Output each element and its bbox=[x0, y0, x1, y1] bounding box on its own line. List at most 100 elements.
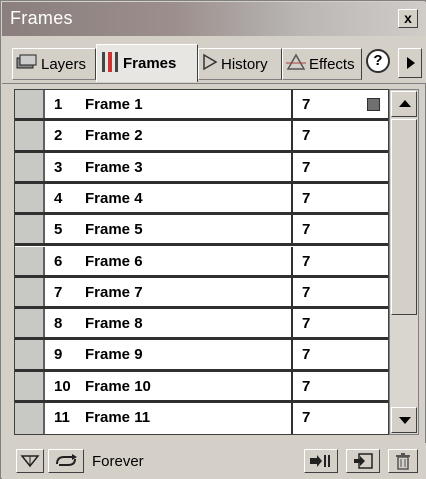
scroll-thumb[interactable] bbox=[391, 119, 417, 315]
column-divider bbox=[291, 90, 293, 119]
column-divider bbox=[291, 246, 293, 275]
frame-thumbnail[interactable] bbox=[15, 277, 45, 307]
tab-history[interactable]: History bbox=[198, 48, 282, 80]
scroll-up-icon[interactable] bbox=[391, 91, 417, 117]
tab-layers-label: Layers bbox=[41, 55, 87, 73]
frame-name: Frame 9 bbox=[85, 346, 143, 364]
frame-row[interactable]: 5 Frame 5 7 bbox=[15, 215, 388, 247]
panel-tabs: Layers Frames History Effects ? bbox=[2, 36, 426, 84]
frame-thumbnail[interactable] bbox=[15, 403, 45, 435]
frame-row[interactable]: 2 Frame 2 7 bbox=[15, 121, 388, 153]
frame-delay[interactable]: 7 bbox=[302, 253, 310, 270]
panel-titlebar[interactable]: Frames x bbox=[2, 2, 426, 36]
column-divider bbox=[291, 183, 293, 213]
frame-name: Frame 1 bbox=[85, 96, 143, 113]
onion-skin-button[interactable] bbox=[16, 449, 44, 473]
frame-name: Frame 6 bbox=[85, 252, 143, 270]
frame-thumbnail[interactable] bbox=[15, 183, 45, 213]
frame-thumbnail[interactable] bbox=[15, 340, 45, 369]
tab-frames[interactable]: Frames bbox=[96, 44, 198, 82]
frame-row[interactable]: 1 Frame 1 7 bbox=[15, 90, 388, 122]
frame-number: 6 bbox=[54, 252, 63, 270]
help-button[interactable]: ? bbox=[366, 49, 390, 73]
frame-thumbnail[interactable] bbox=[15, 246, 45, 275]
frame-number: 3 bbox=[54, 158, 63, 176]
column-divider bbox=[291, 403, 293, 435]
column-divider bbox=[291, 277, 293, 307]
loop-icon bbox=[56, 454, 77, 466]
loop-setting-label[interactable]: Forever bbox=[92, 453, 144, 470]
frame-delay[interactable]: 7 bbox=[302, 284, 310, 301]
frame-delay[interactable]: 7 bbox=[302, 378, 310, 395]
frame-number: 9 bbox=[54, 346, 63, 364]
column-divider bbox=[291, 121, 293, 150]
tab-history-label: History bbox=[221, 55, 268, 73]
frame-name: Frame 3 bbox=[85, 158, 143, 176]
trash-icon bbox=[396, 453, 410, 470]
frame-row[interactable]: 6 Frame 6 7 bbox=[15, 246, 388, 278]
loop-button[interactable] bbox=[48, 449, 84, 473]
frame-number: 4 bbox=[54, 189, 63, 207]
frame-row[interactable]: 10 Frame 10 7 bbox=[15, 371, 388, 403]
frame-thumbnail[interactable] bbox=[15, 371, 45, 400]
frames-icon bbox=[100, 51, 120, 77]
effects-icon bbox=[286, 53, 306, 75]
frame-row[interactable]: 7 Frame 7 7 bbox=[15, 277, 388, 310]
frame-row[interactable]: 9 Frame 9 7 bbox=[15, 340, 388, 372]
tab-effects[interactable]: Effects bbox=[282, 48, 362, 80]
column-divider bbox=[291, 309, 293, 338]
frame-delay[interactable]: 7 bbox=[302, 315, 310, 332]
frame-thumbnail[interactable] bbox=[15, 152, 45, 181]
tab-effects-label: Effects bbox=[309, 55, 355, 73]
frame-number: 7 bbox=[54, 283, 63, 301]
distribute-to-frames-icon bbox=[310, 455, 330, 467]
column-divider bbox=[291, 152, 293, 181]
frame-thumbnail[interactable] bbox=[15, 90, 45, 119]
frame-name: Frame 11 bbox=[85, 409, 151, 426]
scroll-down-icon[interactable] bbox=[391, 407, 417, 433]
onion-skin-icon bbox=[20, 455, 40, 468]
frame-marker-icon bbox=[367, 98, 380, 111]
frame-name: Frame 4 bbox=[85, 189, 143, 207]
column-divider bbox=[291, 215, 293, 244]
frame-delay[interactable]: 7 bbox=[302, 409, 310, 426]
frame-delay[interactable]: 7 bbox=[302, 190, 310, 207]
distribute-to-frames-button[interactable] bbox=[304, 449, 338, 473]
layers-icon bbox=[16, 53, 38, 75]
close-button[interactable]: x bbox=[398, 9, 418, 28]
frame-row[interactable]: 11 Frame 11 7 bbox=[15, 403, 388, 435]
frame-name: Frame 5 bbox=[85, 221, 143, 239]
tab-layers[interactable]: Layers bbox=[12, 48, 96, 80]
column-divider bbox=[291, 340, 293, 369]
vertical-scrollbar[interactable] bbox=[389, 89, 419, 435]
frame-row[interactable]: 4 Frame 4 7 bbox=[15, 183, 388, 216]
tab-frames-label: Frames bbox=[123, 55, 177, 72]
frame-number: 2 bbox=[54, 127, 63, 145]
add-frame-button[interactable] bbox=[346, 449, 380, 473]
frame-number: 1 bbox=[54, 96, 63, 113]
panel-menu-arrow-icon[interactable] bbox=[398, 48, 422, 78]
frame-number: 11 bbox=[54, 409, 70, 426]
frame-list: 1 Frame 1 7 2 Frame 2 7 3 Frame 3 7 4 Fr… bbox=[14, 89, 389, 435]
frame-thumbnail[interactable] bbox=[15, 121, 45, 150]
frame-delay[interactable]: 7 bbox=[302, 96, 310, 113]
delete-frame-button[interactable] bbox=[388, 449, 418, 473]
frame-delay[interactable]: 7 bbox=[302, 127, 310, 144]
frame-name: Frame 7 bbox=[85, 283, 143, 301]
frame-number: 5 bbox=[54, 221, 63, 239]
frame-delay[interactable]: 7 bbox=[302, 221, 310, 238]
frame-name: Frame 10 bbox=[85, 377, 151, 395]
frame-name: Frame 2 bbox=[85, 127, 143, 145]
add-frame-icon bbox=[354, 453, 373, 469]
history-icon bbox=[202, 53, 218, 75]
frame-row[interactable]: 8 Frame 8 7 bbox=[15, 309, 388, 341]
frame-delay[interactable]: 7 bbox=[302, 159, 310, 176]
frame-row[interactable]: 3 Frame 3 7 bbox=[15, 152, 388, 184]
frame-number: 10 bbox=[54, 377, 71, 395]
frame-number: 8 bbox=[54, 315, 63, 333]
frame-thumbnail[interactable] bbox=[15, 309, 45, 338]
frame-thumbnail[interactable] bbox=[15, 215, 45, 244]
frame-delay[interactable]: 7 bbox=[302, 346, 310, 363]
column-divider bbox=[291, 371, 293, 400]
panel-title: Frames bbox=[10, 8, 73, 28]
